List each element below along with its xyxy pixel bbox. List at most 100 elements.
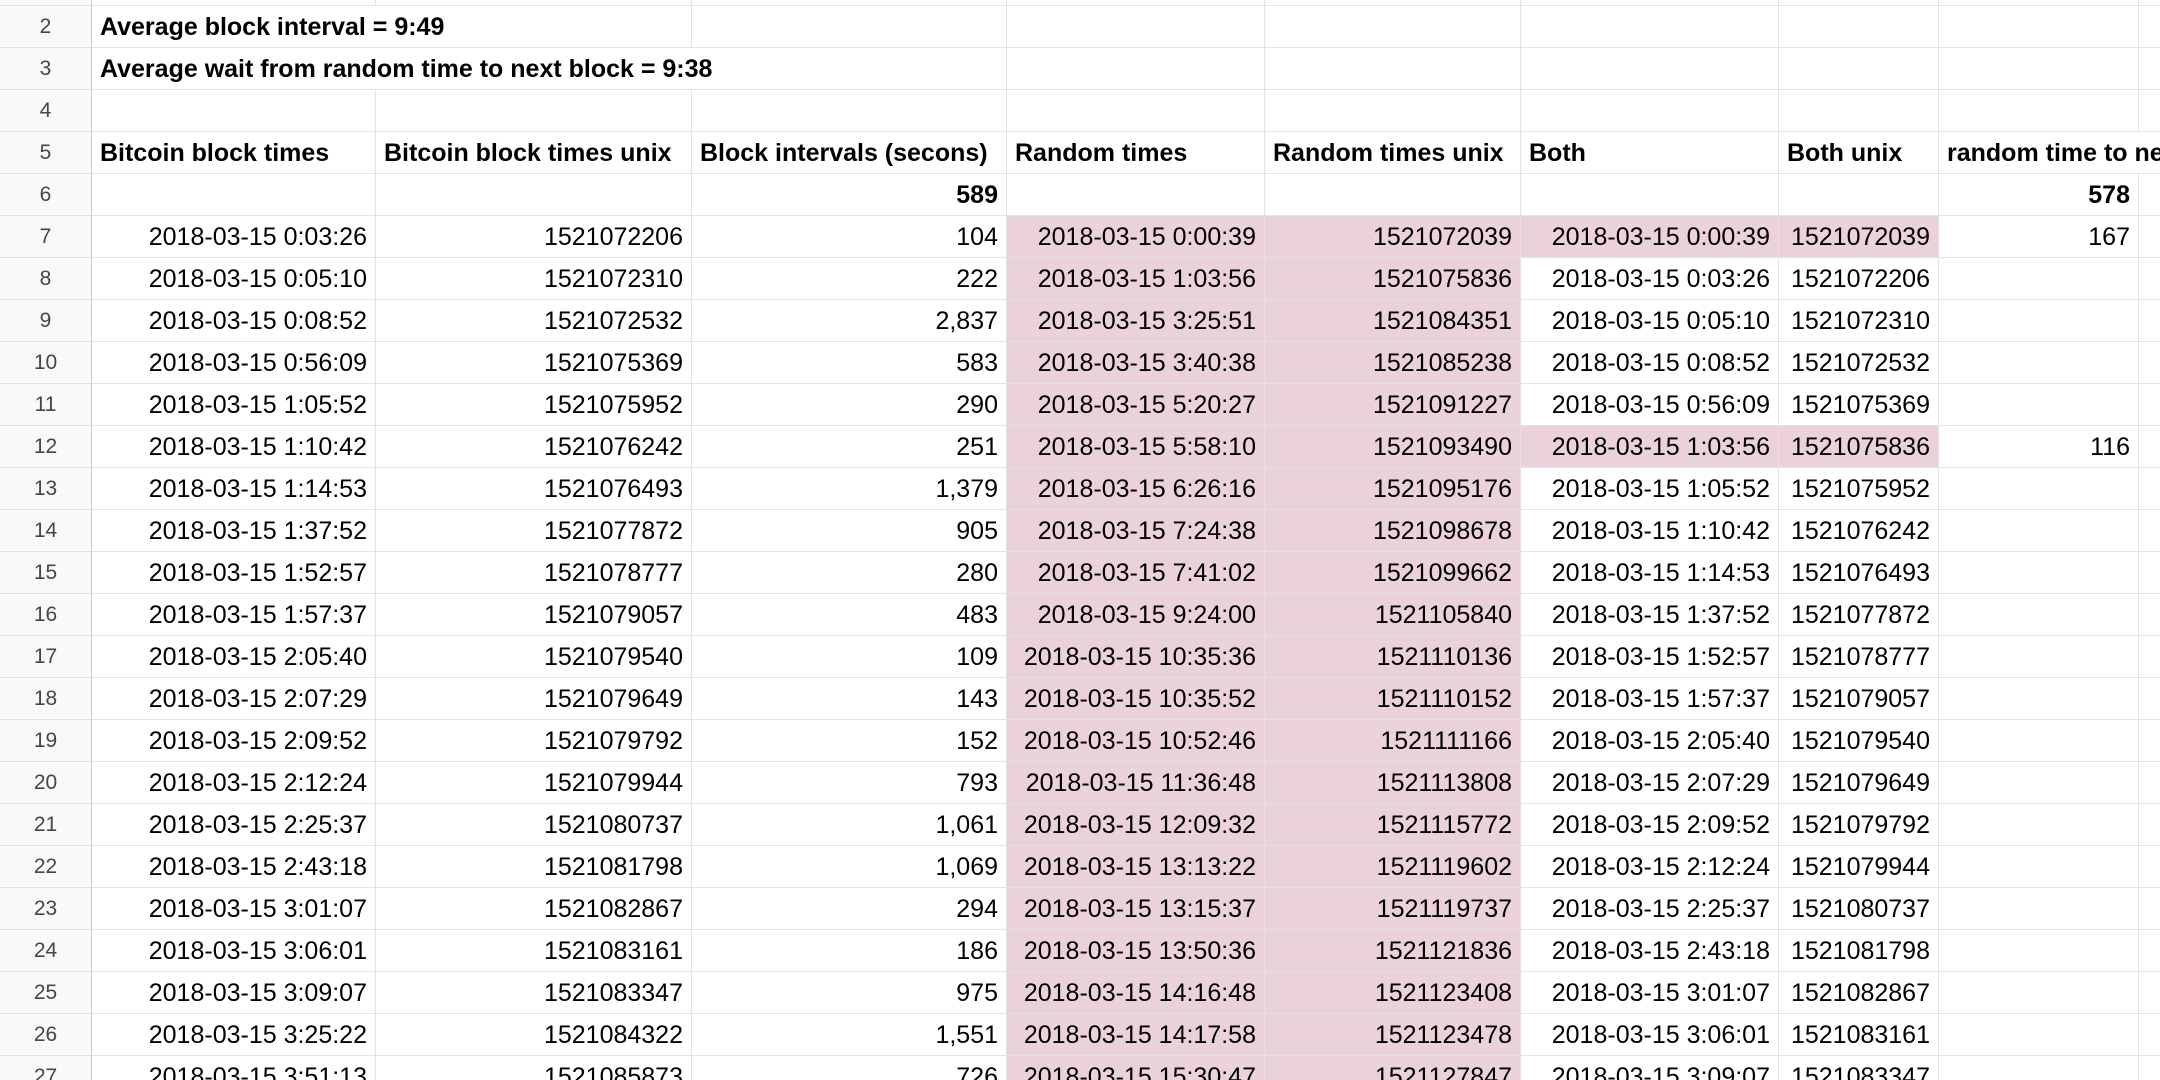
cell[interactable] (1007, 90, 1265, 132)
cell[interactable] (2139, 510, 2160, 552)
cell[interactable]: 1521075369 (1779, 384, 1939, 426)
cell[interactable]: 1521072206 (376, 216, 692, 258)
column-header[interactable]: Block intervals (secons) (692, 132, 1007, 174)
cell[interactable] (1939, 762, 2139, 804)
cell[interactable]: 1521119737 (1265, 888, 1521, 930)
cell[interactable]: 1,069 (692, 846, 1007, 888)
cell[interactable]: 1521076242 (376, 426, 692, 468)
row-header[interactable]: 8 (0, 258, 92, 300)
cell[interactable] (1007, 174, 1265, 216)
cell[interactable] (2139, 216, 2160, 258)
row-header[interactable]: 19 (0, 720, 92, 762)
cell[interactable]: 2018-03-15 2:09:52 (92, 720, 376, 762)
cell[interactable]: 2018-03-15 2:05:40 (92, 636, 376, 678)
cell[interactable] (2139, 594, 2160, 636)
row-header[interactable]: 24 (0, 930, 92, 972)
cell[interactable]: 2018-03-15 13:13:22 (1007, 846, 1265, 888)
cell[interactable]: 152 (692, 720, 1007, 762)
cell[interactable]: 975 (692, 972, 1007, 1014)
row-header[interactable]: 15 (0, 552, 92, 594)
cell[interactable]: 2018-03-15 5:58:10 (1007, 426, 1265, 468)
row-header[interactable]: 14 (0, 510, 92, 552)
cell[interactable]: 1521083161 (376, 930, 692, 972)
cell[interactable] (92, 174, 376, 216)
cell[interactable] (2139, 174, 2160, 216)
cell[interactable]: 2018-03-15 2:25:37 (1521, 888, 1779, 930)
row-header[interactable]: 27 (0, 1056, 92, 1080)
cell[interactable]: 2018-03-15 5:20:27 (1007, 384, 1265, 426)
row-header[interactable]: 18 (0, 678, 92, 720)
cell[interactable] (1939, 6, 2139, 48)
cell[interactable] (2139, 1014, 2160, 1056)
cell[interactable] (692, 90, 1007, 132)
cell[interactable]: 1521091227 (1265, 384, 1521, 426)
cell[interactable] (2139, 930, 2160, 972)
cell[interactable]: 2018-03-15 2:12:24 (92, 762, 376, 804)
cell[interactable]: 2018-03-15 2:07:29 (92, 678, 376, 720)
row-header[interactable]: 5 (0, 132, 92, 174)
cell[interactable]: 1521079944 (376, 762, 692, 804)
cell[interactable]: 1521081798 (1779, 930, 1939, 972)
row-header[interactable]: 12 (0, 426, 92, 468)
cell[interactable]: 1521110152 (1265, 678, 1521, 720)
cell[interactable]: 1521098678 (1265, 510, 1521, 552)
cell[interactable]: 1521084322 (376, 1014, 692, 1056)
cell[interactable] (2139, 720, 2160, 762)
row-header[interactable]: 6 (0, 174, 92, 216)
cell[interactable]: 1521075952 (1779, 468, 1939, 510)
row-header[interactable]: 20 (0, 762, 92, 804)
cell[interactable]: 251 (692, 426, 1007, 468)
row-header[interactable]: 16 (0, 594, 92, 636)
cell[interactable] (2139, 552, 2160, 594)
cell[interactable] (2139, 384, 2160, 426)
cell[interactable]: 2018-03-15 12:09:32 (1007, 804, 1265, 846)
cell[interactable] (2139, 342, 2160, 384)
cell[interactable]: 1521084351 (1265, 300, 1521, 342)
cell[interactable]: 2,837 (692, 300, 1007, 342)
cell[interactable]: 1521111166 (1265, 720, 1521, 762)
cell[interactable]: 1521072039 (1779, 216, 1939, 258)
cell[interactable]: 2018-03-15 1:05:52 (92, 384, 376, 426)
cell[interactable]: 2018-03-15 10:35:52 (1007, 678, 1265, 720)
cell[interactable] (1939, 846, 2139, 888)
cell[interactable]: 2018-03-15 0:56:09 (92, 342, 376, 384)
column-header[interactable]: random time to ne (1939, 132, 2160, 174)
cell[interactable]: 2018-03-15 0:05:10 (92, 258, 376, 300)
cell[interactable]: 1,551 (692, 1014, 1007, 1056)
cell[interactable]: 2018-03-15 3:25:51 (1007, 300, 1265, 342)
cell[interactable]: 2018-03-15 0:00:39 (1521, 216, 1779, 258)
cell[interactable]: 1521072206 (1779, 258, 1939, 300)
cell[interactable]: 1521095176 (1265, 468, 1521, 510)
cell[interactable] (1939, 804, 2139, 846)
cell[interactable]: 1521075369 (376, 342, 692, 384)
cell[interactable] (2139, 846, 2160, 888)
cell[interactable] (2139, 90, 2160, 132)
cell[interactable]: 2018-03-15 3:06:01 (92, 930, 376, 972)
cell[interactable]: 2018-03-15 2:25:37 (92, 804, 376, 846)
cell[interactable] (1521, 90, 1779, 132)
cell[interactable]: 290 (692, 384, 1007, 426)
cell[interactable] (1939, 720, 2139, 762)
cell[interactable] (1265, 48, 1521, 90)
cell[interactable]: 1521110136 (1265, 636, 1521, 678)
cell[interactable]: 1521127847 (1265, 1056, 1521, 1080)
cell[interactable]: 1521075952 (376, 384, 692, 426)
cell[interactable]: 2018-03-15 1:03:56 (1007, 258, 1265, 300)
cell[interactable] (1779, 174, 1939, 216)
cell[interactable] (376, 90, 692, 132)
row-header[interactable]: 10 (0, 342, 92, 384)
row-header[interactable]: 25 (0, 972, 92, 1014)
cell[interactable]: 1521083347 (376, 972, 692, 1014)
random-wait-average[interactable]: 578 (1939, 174, 2139, 216)
cell[interactable]: 1521082867 (376, 888, 692, 930)
cell[interactable]: 1521079057 (1779, 678, 1939, 720)
cell[interactable] (92, 90, 376, 132)
summary-text[interactable]: Average wait from random time to next bl… (92, 48, 1007, 90)
cell[interactable] (2139, 258, 2160, 300)
cell[interactable]: 2018-03-15 1:37:52 (1521, 594, 1779, 636)
cell[interactable]: 1521123408 (1265, 972, 1521, 1014)
cell[interactable] (1265, 90, 1521, 132)
cell[interactable] (1939, 888, 2139, 930)
column-header[interactable]: Random times unix (1265, 132, 1521, 174)
cell[interactable]: 2018-03-15 6:26:16 (1007, 468, 1265, 510)
